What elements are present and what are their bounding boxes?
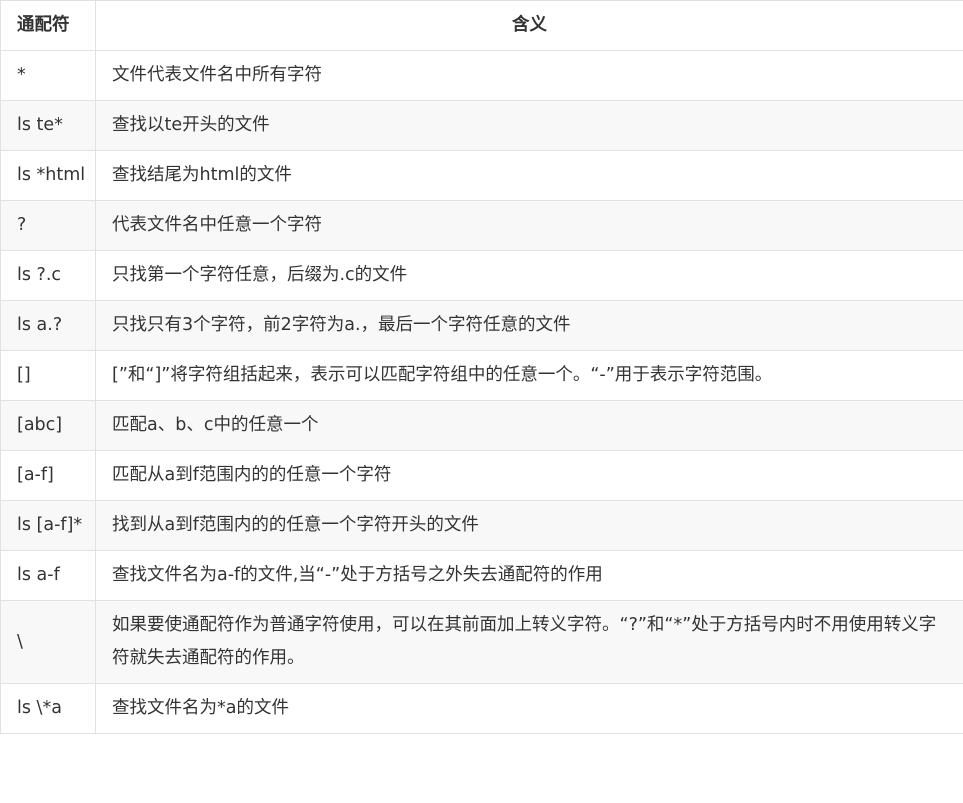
cell-meaning: 匹配从a到f范围内的的任意一个字符	[95, 450, 963, 501]
table-row: ls te* 查找以te开头的文件	[0, 100, 963, 151]
cell-pattern: ls a-f	[0, 550, 96, 601]
cell-pattern: ?	[0, 200, 96, 251]
header-meaning: 含义	[95, 0, 963, 51]
table-row: [] [”和“]”将字符组括起来，表示可以匹配字符组中的任意一个。“-”用于表示…	[0, 350, 963, 401]
cell-pattern: []	[0, 350, 96, 401]
table-row: ls a.? 只找只有3个字符，前2字符为a.，最后一个字符任意的文件	[0, 300, 963, 351]
cell-pattern: ls ?.c	[0, 250, 96, 301]
cell-meaning: 如果要使通配符作为普通字符使用，可以在其前面加上转义字符。“?”和“*”处于方括…	[95, 600, 963, 684]
table-row: \ 如果要使通配符作为普通字符使用，可以在其前面加上转义字符。“?”和“*”处于…	[0, 600, 963, 684]
cell-meaning: 匹配a、b、c中的任意一个	[95, 400, 963, 451]
cell-meaning: 查找文件名为a-f的文件,当“-”处于方括号之外失去通配符的作用	[95, 550, 963, 601]
cell-meaning: 查找以te开头的文件	[95, 100, 963, 151]
cell-meaning: [”和“]”将字符组括起来，表示可以匹配字符组中的任意一个。“-”用于表示字符范…	[95, 350, 963, 401]
cell-meaning: 文件代表文件名中所有字符	[95, 50, 963, 101]
table-row: * 文件代表文件名中所有字符	[0, 50, 963, 101]
cell-meaning: 查找结尾为html的文件	[95, 150, 963, 201]
cell-meaning: 查找文件名为*a的文件	[95, 683, 963, 734]
table-row: ls *html 查找结尾为html的文件	[0, 150, 963, 201]
cell-pattern: *	[0, 50, 96, 101]
table-row: [abc] 匹配a、b、c中的任意一个	[0, 400, 963, 451]
table-row: ls \*a 查找文件名为*a的文件	[0, 683, 963, 734]
table-row: ls a-f 查找文件名为a-f的文件,当“-”处于方括号之外失去通配符的作用	[0, 550, 963, 601]
cell-meaning: 只找只有3个字符，前2字符为a.，最后一个字符任意的文件	[95, 300, 963, 351]
table-row: [a-f] 匹配从a到f范围内的的任意一个字符	[0, 450, 963, 501]
cell-pattern: ls *html	[0, 150, 96, 201]
cell-pattern: \	[0, 600, 96, 684]
cell-meaning: 找到从a到f范围内的的任意一个字符开头的文件	[95, 500, 963, 551]
table-row: ls [a-f]* 找到从a到f范围内的的任意一个字符开头的文件	[0, 500, 963, 551]
table-row: ? 代表文件名中任意一个字符	[0, 200, 963, 251]
cell-pattern: ls a.?	[0, 300, 96, 351]
table-header-row: 通配符 含义	[0, 0, 963, 51]
cell-pattern: [abc]	[0, 400, 96, 451]
cell-meaning: 代表文件名中任意一个字符	[95, 200, 963, 251]
header-wildcard: 通配符	[0, 0, 96, 51]
cell-pattern: ls [a-f]*	[0, 500, 96, 551]
wildcard-table: 通配符 含义 * 文件代表文件名中所有字符 ls te* 查找以te开头的文件 …	[0, 0, 963, 734]
table-row: ls ?.c 只找第一个字符任意，后缀为.c的文件	[0, 250, 963, 301]
cell-pattern: ls \*a	[0, 683, 96, 734]
cell-pattern: ls te*	[0, 100, 96, 151]
cell-meaning: 只找第一个字符任意，后缀为.c的文件	[95, 250, 963, 301]
cell-pattern: [a-f]	[0, 450, 96, 501]
